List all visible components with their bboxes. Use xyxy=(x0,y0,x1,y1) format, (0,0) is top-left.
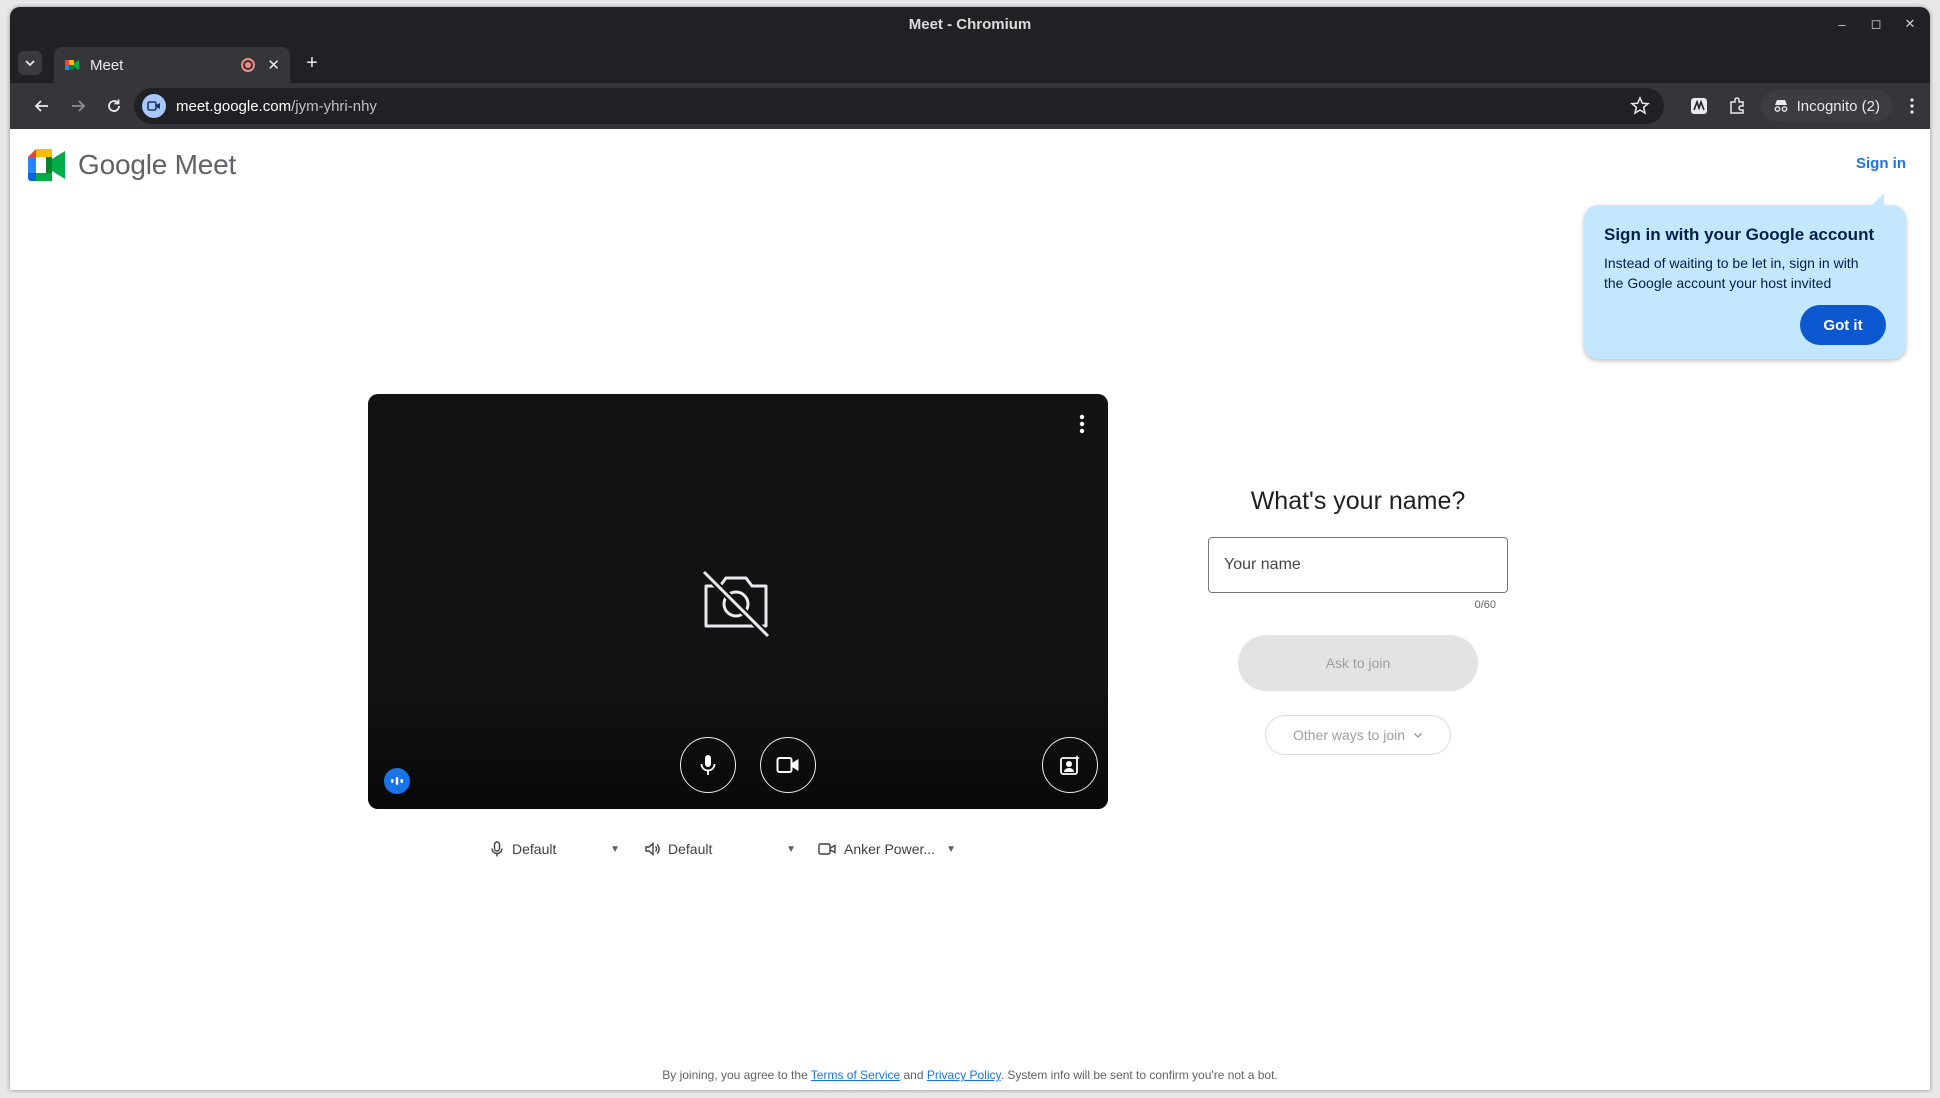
meet-logo-icon xyxy=(28,149,65,181)
more-vert-icon xyxy=(1910,98,1914,114)
google-meet-logo[interactable]: Google Meet xyxy=(28,149,236,181)
forward-arrow-icon xyxy=(72,100,86,112)
chevron-down-icon xyxy=(1414,732,1423,739)
tab-strip: Meet ✕ + xyxy=(10,41,1930,83)
bookmark-star-icon[interactable] xyxy=(1630,96,1650,116)
extensions-puzzle-icon[interactable] xyxy=(1723,92,1751,120)
window-controls: – ◻ ✕ xyxy=(1832,7,1920,41)
callout-title: Sign in with your Google account xyxy=(1604,225,1875,244)
video-camera-icon xyxy=(818,843,836,855)
microphone-select[interactable]: Default ▼ xyxy=(490,834,634,864)
microphone-icon xyxy=(700,755,716,775)
tab-title: Meet xyxy=(90,56,124,74)
privacy-policy-link[interactable]: Privacy Policy xyxy=(927,1068,1001,1082)
speaker-select[interactable]: Default ▼ xyxy=(634,834,806,864)
address-bar[interactable]: meet.google.com/jym-yhri-nhy xyxy=(134,88,1664,124)
recording-indicator-icon xyxy=(241,58,256,72)
tab-search-button[interactable] xyxy=(18,51,42,75)
browser-toolbar: meet.google.com/jym-yhri-nhy Incognito (… xyxy=(10,83,1930,129)
name-input[interactable] xyxy=(1208,537,1508,593)
name-prompt-title: What's your name? xyxy=(1250,487,1466,515)
camera-select[interactable]: Anker Power... ▼ xyxy=(806,834,956,864)
more-vert-icon xyxy=(1079,414,1085,434)
ask-to-join-button[interactable]: Ask to join xyxy=(1238,635,1478,691)
new-tab-button[interactable]: + xyxy=(300,51,324,75)
chevron-down-icon xyxy=(25,60,35,67)
audio-level-icon xyxy=(384,768,410,794)
caret-down-icon: ▼ xyxy=(786,843,796,855)
logo-text: Google Meet xyxy=(78,149,237,180)
other-ways-to-join-button[interactable]: Other ways to join xyxy=(1265,715,1451,755)
sign-in-link[interactable]: Sign in xyxy=(1856,155,1906,172)
reload-icon xyxy=(108,99,120,112)
legal-footer: By joining, you agree to the Terms of Se… xyxy=(662,1068,1278,1082)
microphone-toggle-button[interactable] xyxy=(680,737,736,793)
minimize-icon[interactable]: – xyxy=(1832,14,1852,34)
reload-button[interactable] xyxy=(96,88,132,124)
camera-toggle-button[interactable] xyxy=(760,737,816,793)
back-button[interactable] xyxy=(24,88,60,124)
caret-down-icon: ▼ xyxy=(946,843,956,855)
toolbar-right: Incognito (2) xyxy=(1685,88,1922,124)
site-info-icon[interactable] xyxy=(142,94,166,118)
url-text[interactable]: meet.google.com/jym-yhri-nhy xyxy=(176,98,377,115)
device-selectors: Default ▼ Default ▼ Anker Power... ▼ xyxy=(490,834,956,864)
visual-effects-button[interactable] xyxy=(1042,737,1098,793)
back-arrow-icon xyxy=(34,100,48,112)
maximize-icon[interactable]: ◻ xyxy=(1866,14,1886,34)
extension-icon[interactable] xyxy=(1685,92,1713,120)
microphone-icon xyxy=(491,841,503,857)
incognito-button[interactable]: Incognito (2) xyxy=(1760,90,1892,122)
person-sparkle-icon xyxy=(1060,755,1080,775)
callout-body: Instead of waiting to be let in, sign in… xyxy=(1604,255,1859,291)
microphone-label: Default xyxy=(512,841,557,857)
terms-of-service-link[interactable]: Terms of Service xyxy=(811,1068,900,1082)
video-camera-icon xyxy=(776,757,799,773)
sign-in-callout: Sign in with your Google account Instead… xyxy=(1584,193,1906,359)
meet-page: Google Meet Sign in Sign in with your Go… xyxy=(10,129,1930,1090)
more-options-button[interactable] xyxy=(1070,412,1094,436)
browser-window: Meet - Chromium – ◻ ✕ Meet ✕ + meet.goog… xyxy=(10,7,1930,1090)
incognito-label: Incognito (2) xyxy=(1796,97,1880,115)
title-bar: Meet - Chromium – ◻ ✕ xyxy=(10,7,1930,41)
join-panel: What's your name? 0/60 Ask to join Other… xyxy=(1206,487,1510,755)
caret-down-icon: ▼ xyxy=(610,843,620,855)
speaker-label: Default xyxy=(668,841,713,857)
camera-off-icon xyxy=(701,569,771,638)
got-it-button[interactable]: Got it xyxy=(1800,305,1886,345)
meet-favicon-icon xyxy=(65,60,79,70)
browser-menu-button[interactable] xyxy=(1902,98,1922,114)
incognito-icon xyxy=(1774,100,1788,112)
forward-button[interactable] xyxy=(60,88,96,124)
window-title: Meet - Chromium xyxy=(908,15,1032,33)
tab-close-icon[interactable]: ✕ xyxy=(267,56,280,74)
other-ways-label: Other ways to join xyxy=(1292,727,1406,743)
camera-label: Anker Power... xyxy=(844,841,936,857)
speaker-icon xyxy=(645,841,660,857)
close-window-icon[interactable]: ✕ xyxy=(1900,14,1920,34)
video-gradient xyxy=(368,689,1108,809)
name-char-counter: 0/60 xyxy=(1474,599,1496,611)
video-preview xyxy=(368,394,1108,809)
tab-meet[interactable]: Meet ✕ xyxy=(54,47,290,83)
